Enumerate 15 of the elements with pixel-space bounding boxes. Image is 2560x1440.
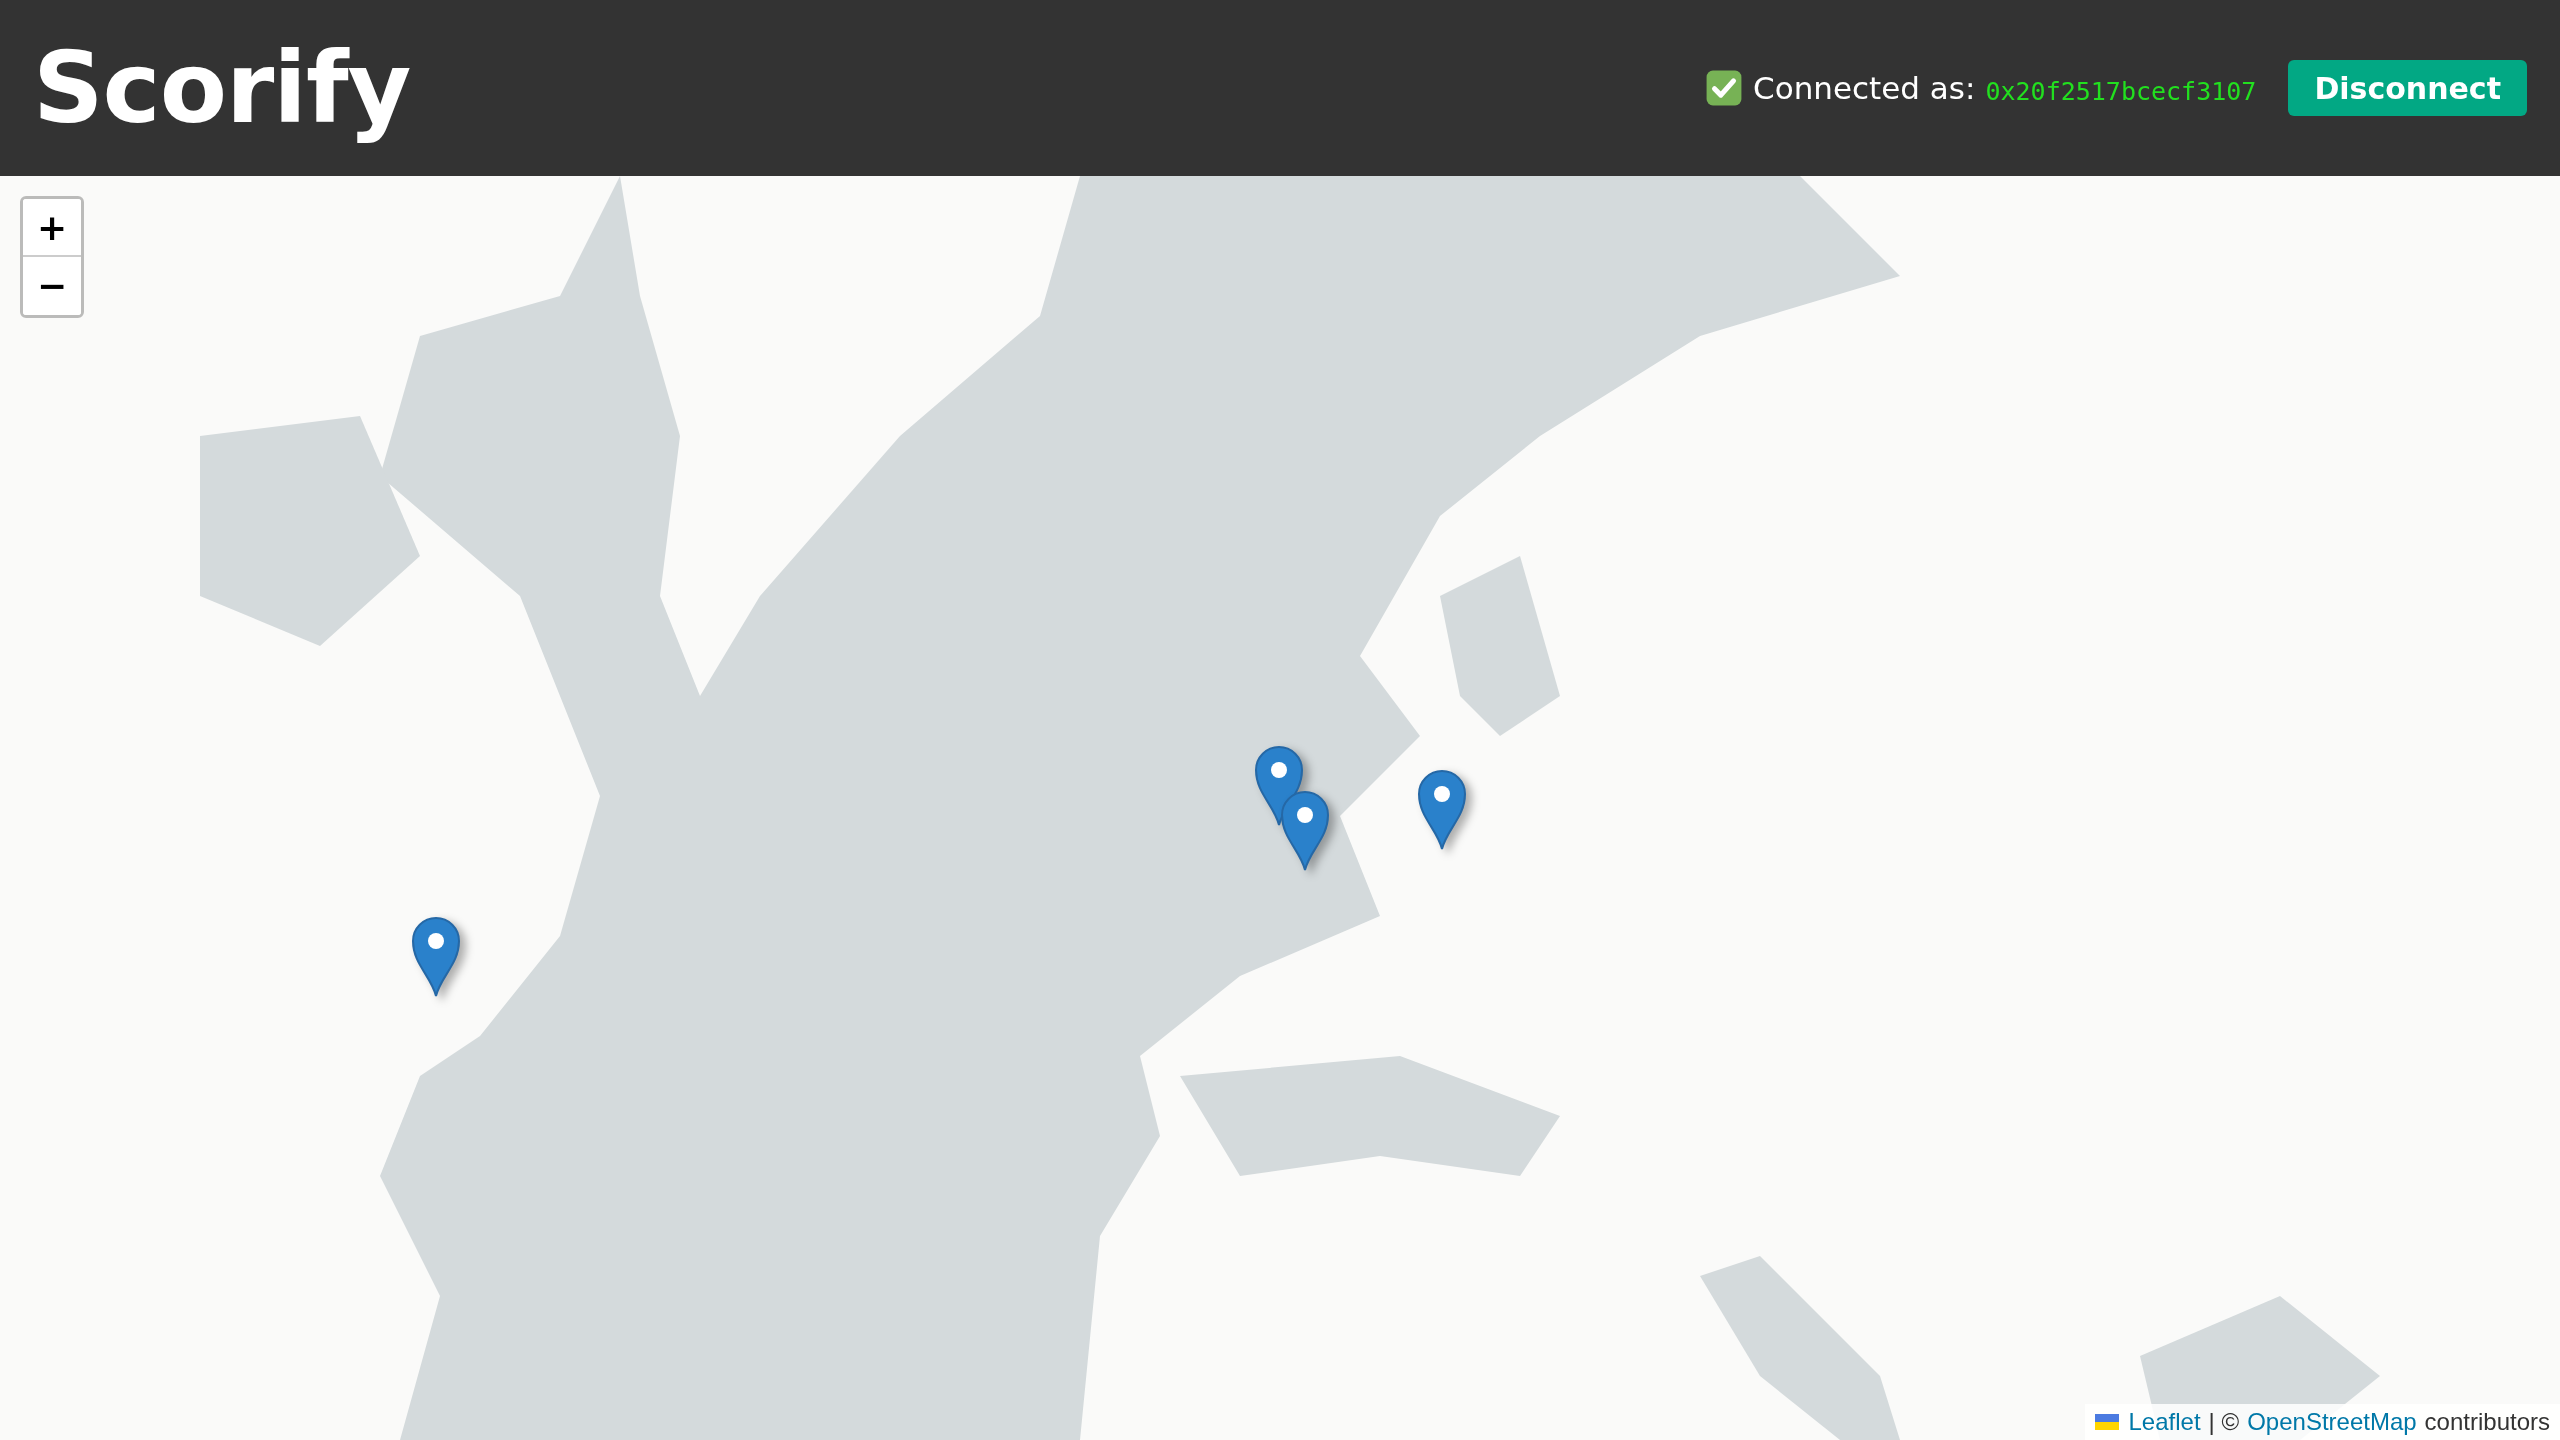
- check-icon: [1705, 69, 1744, 107]
- flag-icon: [2094, 1414, 2119, 1430]
- map-pin-icon[interactable]: [1280, 790, 1330, 872]
- openstreetmap-link[interactable]: OpenStreetMap: [2247, 1408, 2417, 1436]
- zoom-out-button[interactable]: −: [23, 257, 81, 315]
- leaflet-link[interactable]: Leaflet: [2128, 1408, 2201, 1436]
- attribution-separator: | ©: [2208, 1408, 2240, 1436]
- status-label: Connected as:: [1753, 70, 1976, 106]
- attribution-text: contributors: [2424, 1408, 2550, 1436]
- map-pin-icon[interactable]: [1417, 769, 1467, 851]
- disconnect-button[interactable]: Disconnect: [2288, 60, 2527, 116]
- wallet-address: 0x20f2517bcecf3107: [1985, 76, 2257, 106]
- app-title: Scorify: [33, 31, 411, 145]
- map-pin-icon[interactable]: [411, 916, 461, 998]
- zoom-in-button[interactable]: +: [23, 199, 81, 257]
